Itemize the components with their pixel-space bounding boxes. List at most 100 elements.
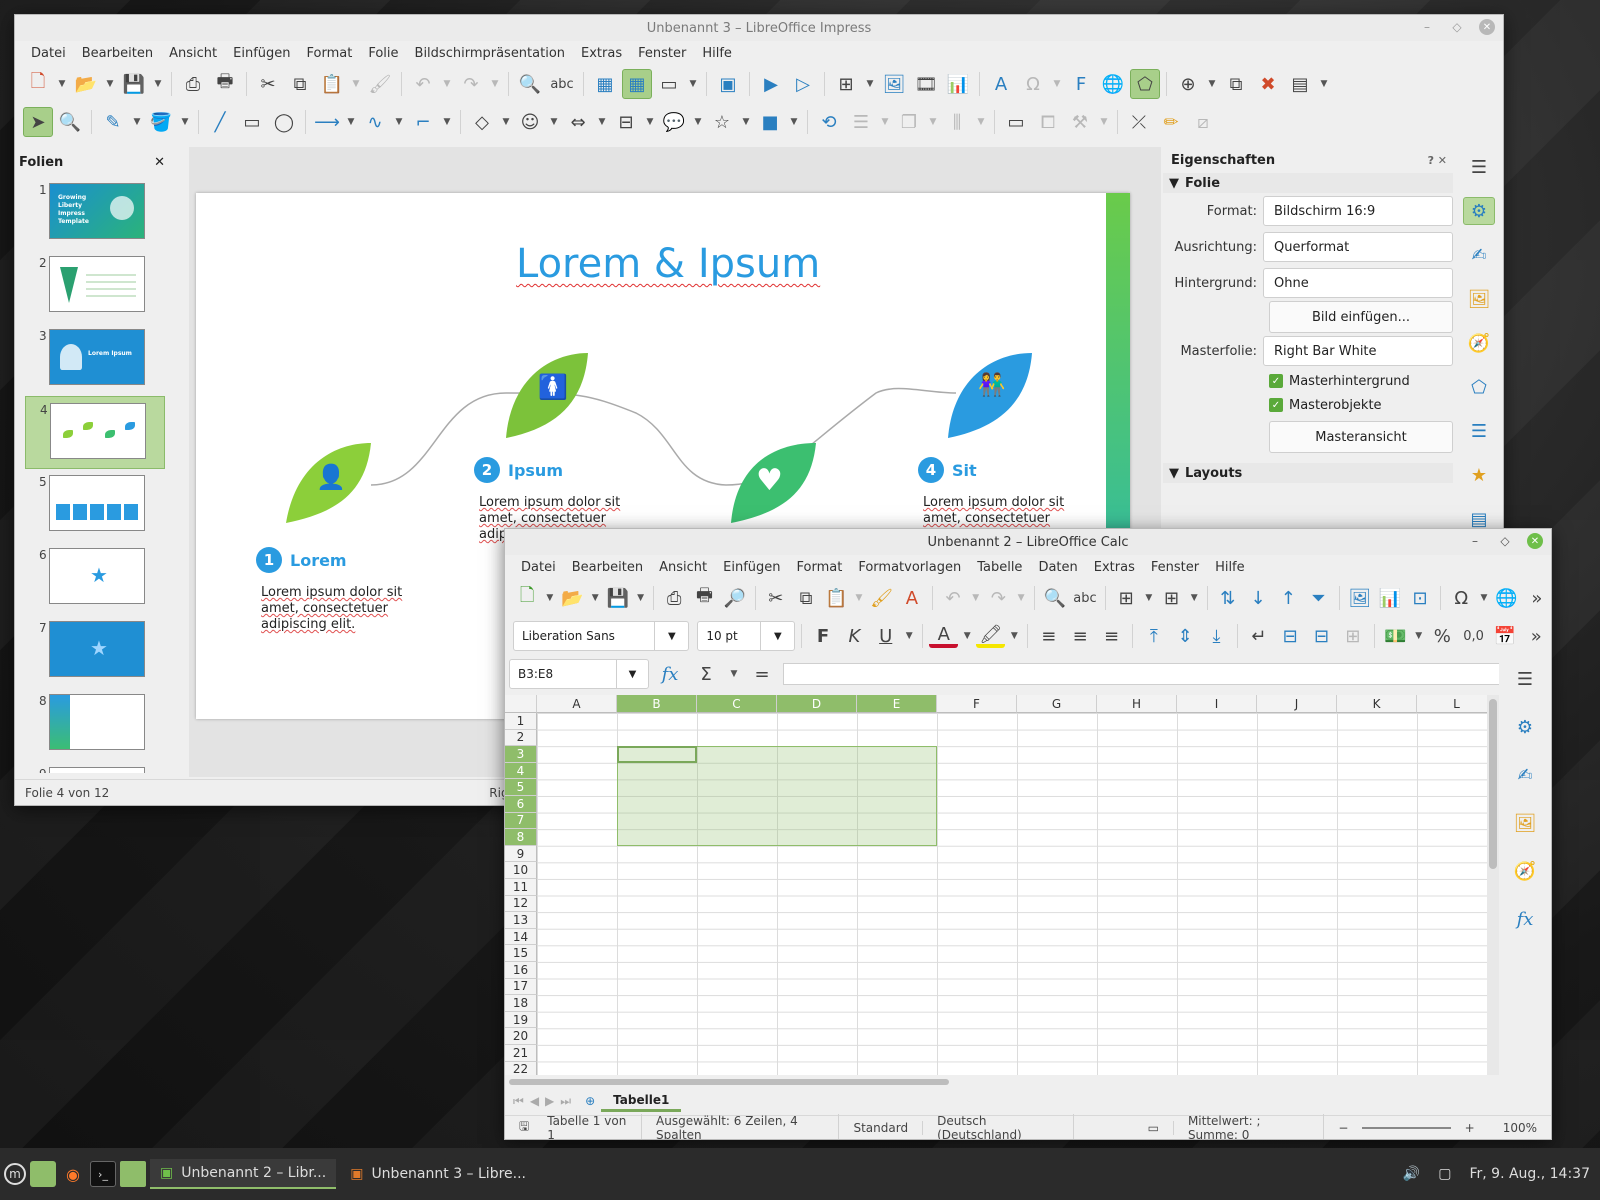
column-header[interactable]: J [1257, 695, 1337, 713]
glue-points-icon[interactable]: ✏ [1156, 107, 1186, 137]
start-first-slide-icon[interactable]: ▶ [756, 69, 786, 99]
clone-formatting-icon[interactable]: 🖌 [365, 69, 395, 99]
chart-icon[interactable]: 📊 [1376, 583, 1404, 613]
document-modified-icon[interactable]: 🖫 [505, 1117, 533, 1138]
wrap-text-icon[interactable]: ↵ [1244, 621, 1273, 651]
save-icon[interactable]: 💾 [604, 583, 632, 613]
align-right-icon[interactable]: ≡ [1097, 621, 1126, 651]
prev-sheet-icon[interactable]: ◀ [530, 1094, 539, 1108]
find-replace-icon[interactable]: 🔍 [515, 69, 545, 99]
masterobjekte-checkbox[interactable]: ✓ Masterobjekte [1269, 393, 1453, 417]
row-header[interactable]: 11 [505, 879, 537, 896]
spellcheck-icon[interactable]: abc [547, 69, 577, 99]
spellcheck-icon[interactable]: abc [1071, 583, 1099, 613]
slide-thumbnail-7[interactable]: 7 ★ [15, 615, 175, 688]
chevron-down-icon[interactable]: ▼ [852, 583, 865, 613]
menu-datei[interactable]: Datei [513, 560, 564, 575]
chevron-down-icon[interactable]: ▼ [103, 69, 117, 99]
transition-deck-icon[interactable]: ★ [1463, 461, 1495, 489]
chevron-down-icon[interactable]: ▼ [643, 107, 657, 137]
chevron-down-icon[interactable]: ▼ [1050, 69, 1064, 99]
properties-deck-icon[interactable]: ⚙ [1509, 713, 1541, 741]
print-icon[interactable]: 🖶 [690, 583, 718, 613]
zoom-out-icon[interactable]: − [1324, 1121, 1362, 1135]
animation-deck-icon[interactable]: ☰ [1463, 417, 1495, 445]
active-cell[interactable] [617, 746, 697, 763]
row-header[interactable]: 19 [505, 1011, 537, 1029]
table-icon[interactable]: ⊞ [831, 69, 861, 99]
chevron-down-icon[interactable]: ▼ [488, 69, 502, 99]
last-sheet-icon[interactable]: ⏭ [560, 1094, 571, 1109]
gallery-deck-icon[interactable]: 🖼 [1463, 285, 1495, 313]
fill-color-icon[interactable]: 🪣 [146, 107, 176, 137]
column-header[interactable]: I [1177, 695, 1257, 713]
menu-format[interactable]: Format [789, 560, 851, 575]
chevron-down-icon[interactable]: ▼ [151, 69, 165, 99]
formula-input[interactable] [783, 663, 1527, 685]
rectangle-icon[interactable]: ▭ [237, 107, 267, 137]
chevron-down-icon[interactable]: ▼ [392, 107, 406, 137]
maximize-icon[interactable]: ◇ [1449, 19, 1465, 35]
italic-button[interactable]: K [840, 621, 869, 651]
symbol-shapes-icon[interactable]: ☺ [515, 107, 545, 137]
chevron-down-icon[interactable]: ▼ [1188, 583, 1201, 613]
chevron-down-icon[interactable]: ▼ [178, 107, 192, 137]
chevron-down-icon[interactable]: ▼ [130, 107, 144, 137]
menu-hilfe[interactable]: Hilfe [694, 46, 740, 61]
chevron-down-icon[interactable]: ▼ [878, 107, 892, 137]
show-draw-functions-icon[interactable]: ⬠ [1130, 69, 1160, 99]
menu-tabelle[interactable]: Tabelle [969, 560, 1030, 575]
fontwork-icon[interactable]: F [1066, 69, 1096, 99]
merge-cells-icon[interactable]: ⊟ [1276, 621, 1305, 651]
export-pdf-icon[interactable]: ⎙ [660, 583, 688, 613]
chevron-down-icon[interactable]: ▼ [974, 107, 988, 137]
pivot-table-icon[interactable]: ⊡ [1406, 583, 1434, 613]
chevron-down-icon[interactable]: ▼ [787, 107, 801, 137]
save-icon[interactable]: 💾 [119, 69, 149, 99]
grid-display-icon[interactable]: ▦ [590, 69, 620, 99]
more-options-icon[interactable]: » [1522, 621, 1551, 651]
row-icon[interactable]: ⊞ [1112, 583, 1140, 613]
column-header[interactable]: C [697, 695, 777, 713]
column-header[interactable]: A [537, 695, 617, 713]
vertical-scrollbar[interactable] [1487, 695, 1499, 1075]
section-layouts[interactable]: ▼ Layouts [1163, 463, 1453, 483]
redo-icon[interactable]: ↷ [456, 69, 486, 99]
align-icon[interactable]: ☰ [846, 107, 876, 137]
chevron-down-icon[interactable]: ▼ [349, 69, 363, 99]
format-select[interactable]: Bildschirm 16:9 [1263, 196, 1453, 226]
3d-objects-icon[interactable]: ■ [755, 107, 785, 137]
bold-button[interactable]: F [808, 621, 837, 651]
new-slide-icon[interactable]: ⊕ [1173, 69, 1203, 99]
slide-thumbnail-8[interactable]: 8 [15, 688, 175, 761]
minimize-icon[interactable]: – [1419, 19, 1435, 35]
row-header[interactable]: 18 [505, 995, 537, 1012]
textbox-icon[interactable]: A [986, 69, 1016, 99]
start-current-slide-icon[interactable]: ▷ [788, 69, 818, 99]
functions-deck-icon[interactable]: fx [1509, 905, 1541, 933]
toggle-extrusion-icon[interactable]: ⧄ [1188, 107, 1218, 137]
chevron-down-icon[interactable]: ▼ [589, 583, 602, 613]
slide-thumbnail-4[interactable]: 4 [25, 396, 165, 469]
function-wizard-icon[interactable]: fx [655, 659, 685, 689]
undo-icon[interactable]: ↶ [408, 69, 438, 99]
chevron-down-icon[interactable]: ▼ [1097, 107, 1111, 137]
taskbar-impress-button[interactable]: ▣ Unbenannt 3 – Libre... [340, 1159, 536, 1189]
taskbar-calc-button[interactable]: ▣ Unbenannt 2 – Libr... [150, 1159, 337, 1189]
scrollbar-thumb[interactable] [1489, 699, 1497, 869]
selection-mode-icon[interactable]: ▭ [1134, 1120, 1174, 1135]
sort-ascending-icon[interactable]: ↓ [1244, 583, 1272, 613]
row-header[interactable]: 8 [505, 829, 537, 846]
styles-deck-icon[interactable]: ✍ [1463, 241, 1495, 269]
cut-icon[interactable]: ✂ [253, 69, 283, 99]
zoom-in-icon[interactable]: + [1451, 1121, 1489, 1135]
print-preview-icon[interactable]: 🔎 [721, 583, 749, 613]
chevron-down-icon[interactable]: ▼ [1477, 583, 1490, 613]
volume-icon[interactable]: 🔊 [1403, 1166, 1420, 1182]
flowchart-icon[interactable]: ⊟ [611, 107, 641, 137]
open-folder-icon[interactable]: 📂 [558, 583, 586, 613]
chevron-down-icon[interactable]: ▼ [547, 107, 561, 137]
chevron-down-icon[interactable]: ▼ [863, 69, 877, 99]
chevron-down-icon[interactable]: ▼ [654, 622, 688, 650]
chevron-down-icon[interactable]: ▼ [926, 107, 940, 137]
